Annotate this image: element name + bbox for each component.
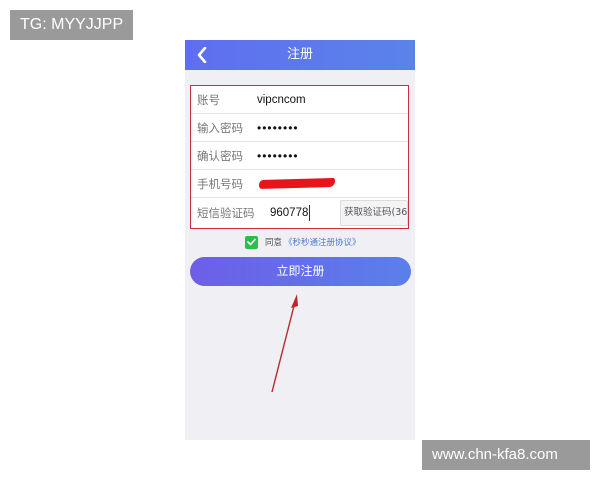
- phone-screen: 注册 账号 vipcncom 输入密码 •••••••• 确认密码 ••••••…: [185, 40, 415, 440]
- red-arrow-annotation: [271, 294, 298, 393]
- watermark-bottom: www.chn-kfa8.com: [422, 440, 590, 470]
- watermark-top: TG: MYYJJPP: [10, 10, 134, 40]
